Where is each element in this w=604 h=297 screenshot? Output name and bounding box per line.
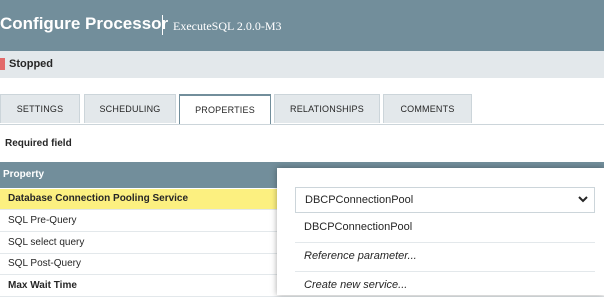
property-name: SQL select query: [8, 237, 85, 248]
status-text: Stopped: [9, 58, 53, 70]
property-name: Max Wait Time: [8, 280, 77, 291]
dropdown-option-reference-parameter[interactable]: Reference parameter...: [304, 250, 417, 262]
processor-type-label: ExecuteSQL 2.0.0-M3: [173, 19, 282, 33]
tab-relationships[interactable]: RELATIONSHIPS: [274, 94, 380, 123]
dropdown-option-dbcpconnectionpool[interactable]: DBCPConnectionPool: [304, 221, 412, 233]
service-select-value: DBCPConnectionPool: [305, 194, 414, 206]
property-name: Database Connection Pooling Service: [8, 193, 189, 204]
property-column-header: Property: [3, 169, 45, 180]
tab-settings[interactable]: SETTINGS: [0, 94, 80, 123]
service-select[interactable]: DBCPConnectionPool: [295, 187, 595, 213]
property-name: SQL Post-Query: [8, 258, 81, 269]
status-indicator: [0, 58, 5, 70]
dropdown-option-create-new-service[interactable]: Create new service...: [304, 279, 407, 291]
dialog-header: Configure Processor ExecuteSQL 2.0.0-M3: [0, 0, 604, 51]
chevron-down-icon: [578, 196, 588, 203]
property-name: SQL Pre-Query: [8, 215, 77, 226]
option-divider: [295, 271, 595, 272]
tab-scheduling[interactable]: SCHEDULING: [84, 94, 176, 123]
title-divider: [162, 15, 163, 35]
option-divider: [295, 242, 595, 243]
tab-properties[interactable]: PROPERTIES: [179, 94, 271, 125]
status-bar: Stopped: [0, 51, 604, 78]
tab-divider: [0, 124, 604, 125]
tab-comments[interactable]: COMMENTS: [383, 94, 472, 123]
dialog-title: Configure Processor: [0, 14, 169, 33]
tab-bar: SETTINGS SCHEDULING PROPERTIES RELATIONS…: [0, 94, 604, 125]
required-field-label: Required field: [5, 138, 72, 149]
